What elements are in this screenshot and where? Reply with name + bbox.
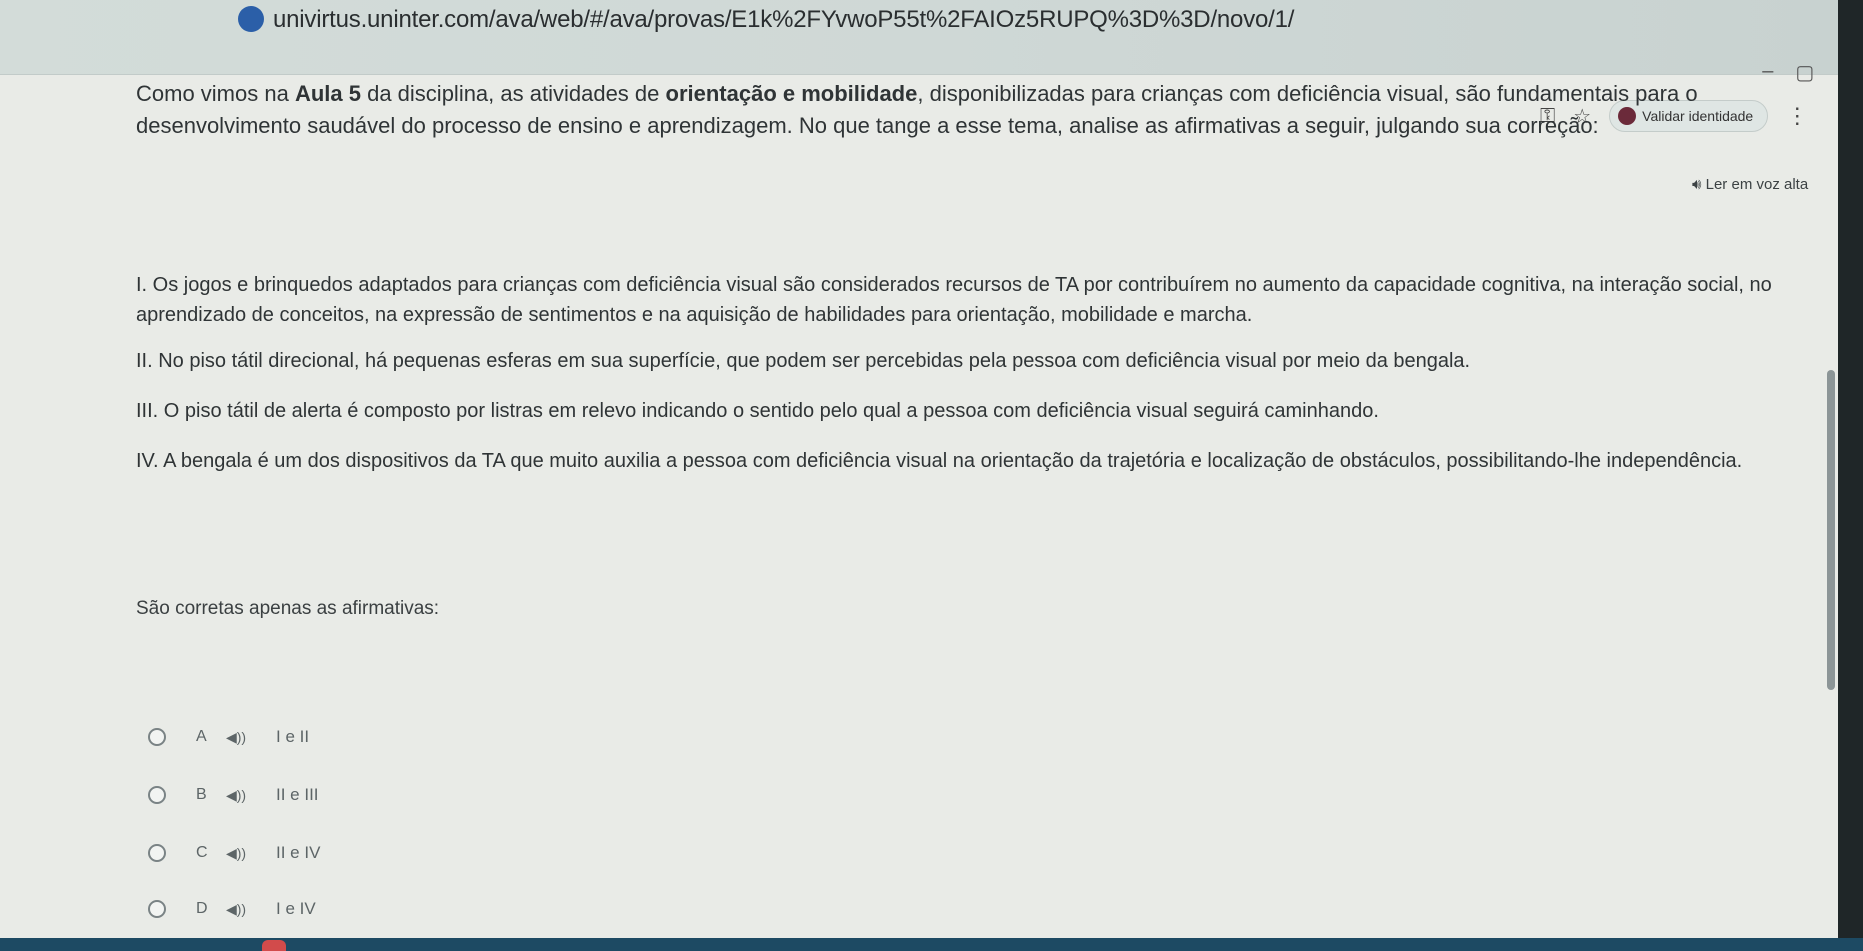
radio-button[interactable] bbox=[148, 786, 166, 804]
scrollbar-thumb[interactable] bbox=[1827, 370, 1835, 690]
speaker-icon[interactable]: ◀)) bbox=[226, 845, 266, 862]
speaker-icon[interactable]: ◀)) bbox=[226, 901, 266, 918]
site-favicon-icon bbox=[238, 6, 264, 32]
option-letter: D bbox=[196, 900, 208, 917]
option-text: I e II bbox=[276, 727, 310, 746]
statement-1: I. Os jogos e brinquedos adaptados para … bbox=[136, 274, 1772, 326]
option-a[interactable]: A ◀)) I e II bbox=[148, 723, 548, 751]
option-letter: A bbox=[196, 728, 207, 745]
question-intro: Como vimos na Aula 5 da disciplina, as a… bbox=[136, 78, 1826, 142]
statement-2: II. No piso tátil direcional, há pequena… bbox=[136, 350, 1471, 372]
intro-bold-lesson: Aula 5 bbox=[294, 81, 361, 106]
radio-button[interactable] bbox=[148, 728, 166, 746]
address-bar[interactable]: univirtus.uninter.com/ava/web/#/ava/prov… bbox=[273, 6, 1294, 34]
answer-prompt: São corretas apenas as afirmativas: bbox=[136, 598, 440, 619]
option-letter: C bbox=[196, 844, 208, 861]
option-letter: B bbox=[196, 786, 207, 803]
browser-toolbar: univirtus.uninter.com/ava/web/#/ava/prov… bbox=[0, 0, 1863, 84]
intro-text: Como vimos na bbox=[136, 81, 295, 106]
intro-text: da disciplina, as atividades de bbox=[360, 81, 666, 106]
speaker-icon[interactable]: ◀)) bbox=[226, 787, 266, 804]
option-d[interactable]: D ◀)) I e IV bbox=[148, 895, 548, 923]
option-b[interactable]: B ◀)) II e III bbox=[148, 781, 548, 809]
option-text: II e IV bbox=[276, 843, 321, 862]
taskbar-app-icon[interactable] bbox=[262, 940, 286, 951]
screen-bezel bbox=[1838, 0, 1863, 951]
intro-bold-topic: orientação e mobilidade bbox=[665, 81, 918, 106]
speaker-icon[interactable]: ◀)) bbox=[226, 729, 266, 746]
option-c[interactable]: C ◀)) II e IV bbox=[148, 839, 548, 867]
option-text: II e III bbox=[276, 785, 319, 804]
option-text: I e IV bbox=[276, 899, 316, 918]
question-panel: Como vimos na Aula 5 da disciplina, as a… bbox=[136, 78, 1826, 951]
statement-3: III. O piso tátil de alerta é composto p… bbox=[136, 400, 1379, 422]
radio-button[interactable] bbox=[148, 900, 166, 918]
statement-4: IV. A bengala é um dos dispositivos da T… bbox=[136, 450, 1743, 472]
radio-button[interactable] bbox=[148, 844, 166, 862]
